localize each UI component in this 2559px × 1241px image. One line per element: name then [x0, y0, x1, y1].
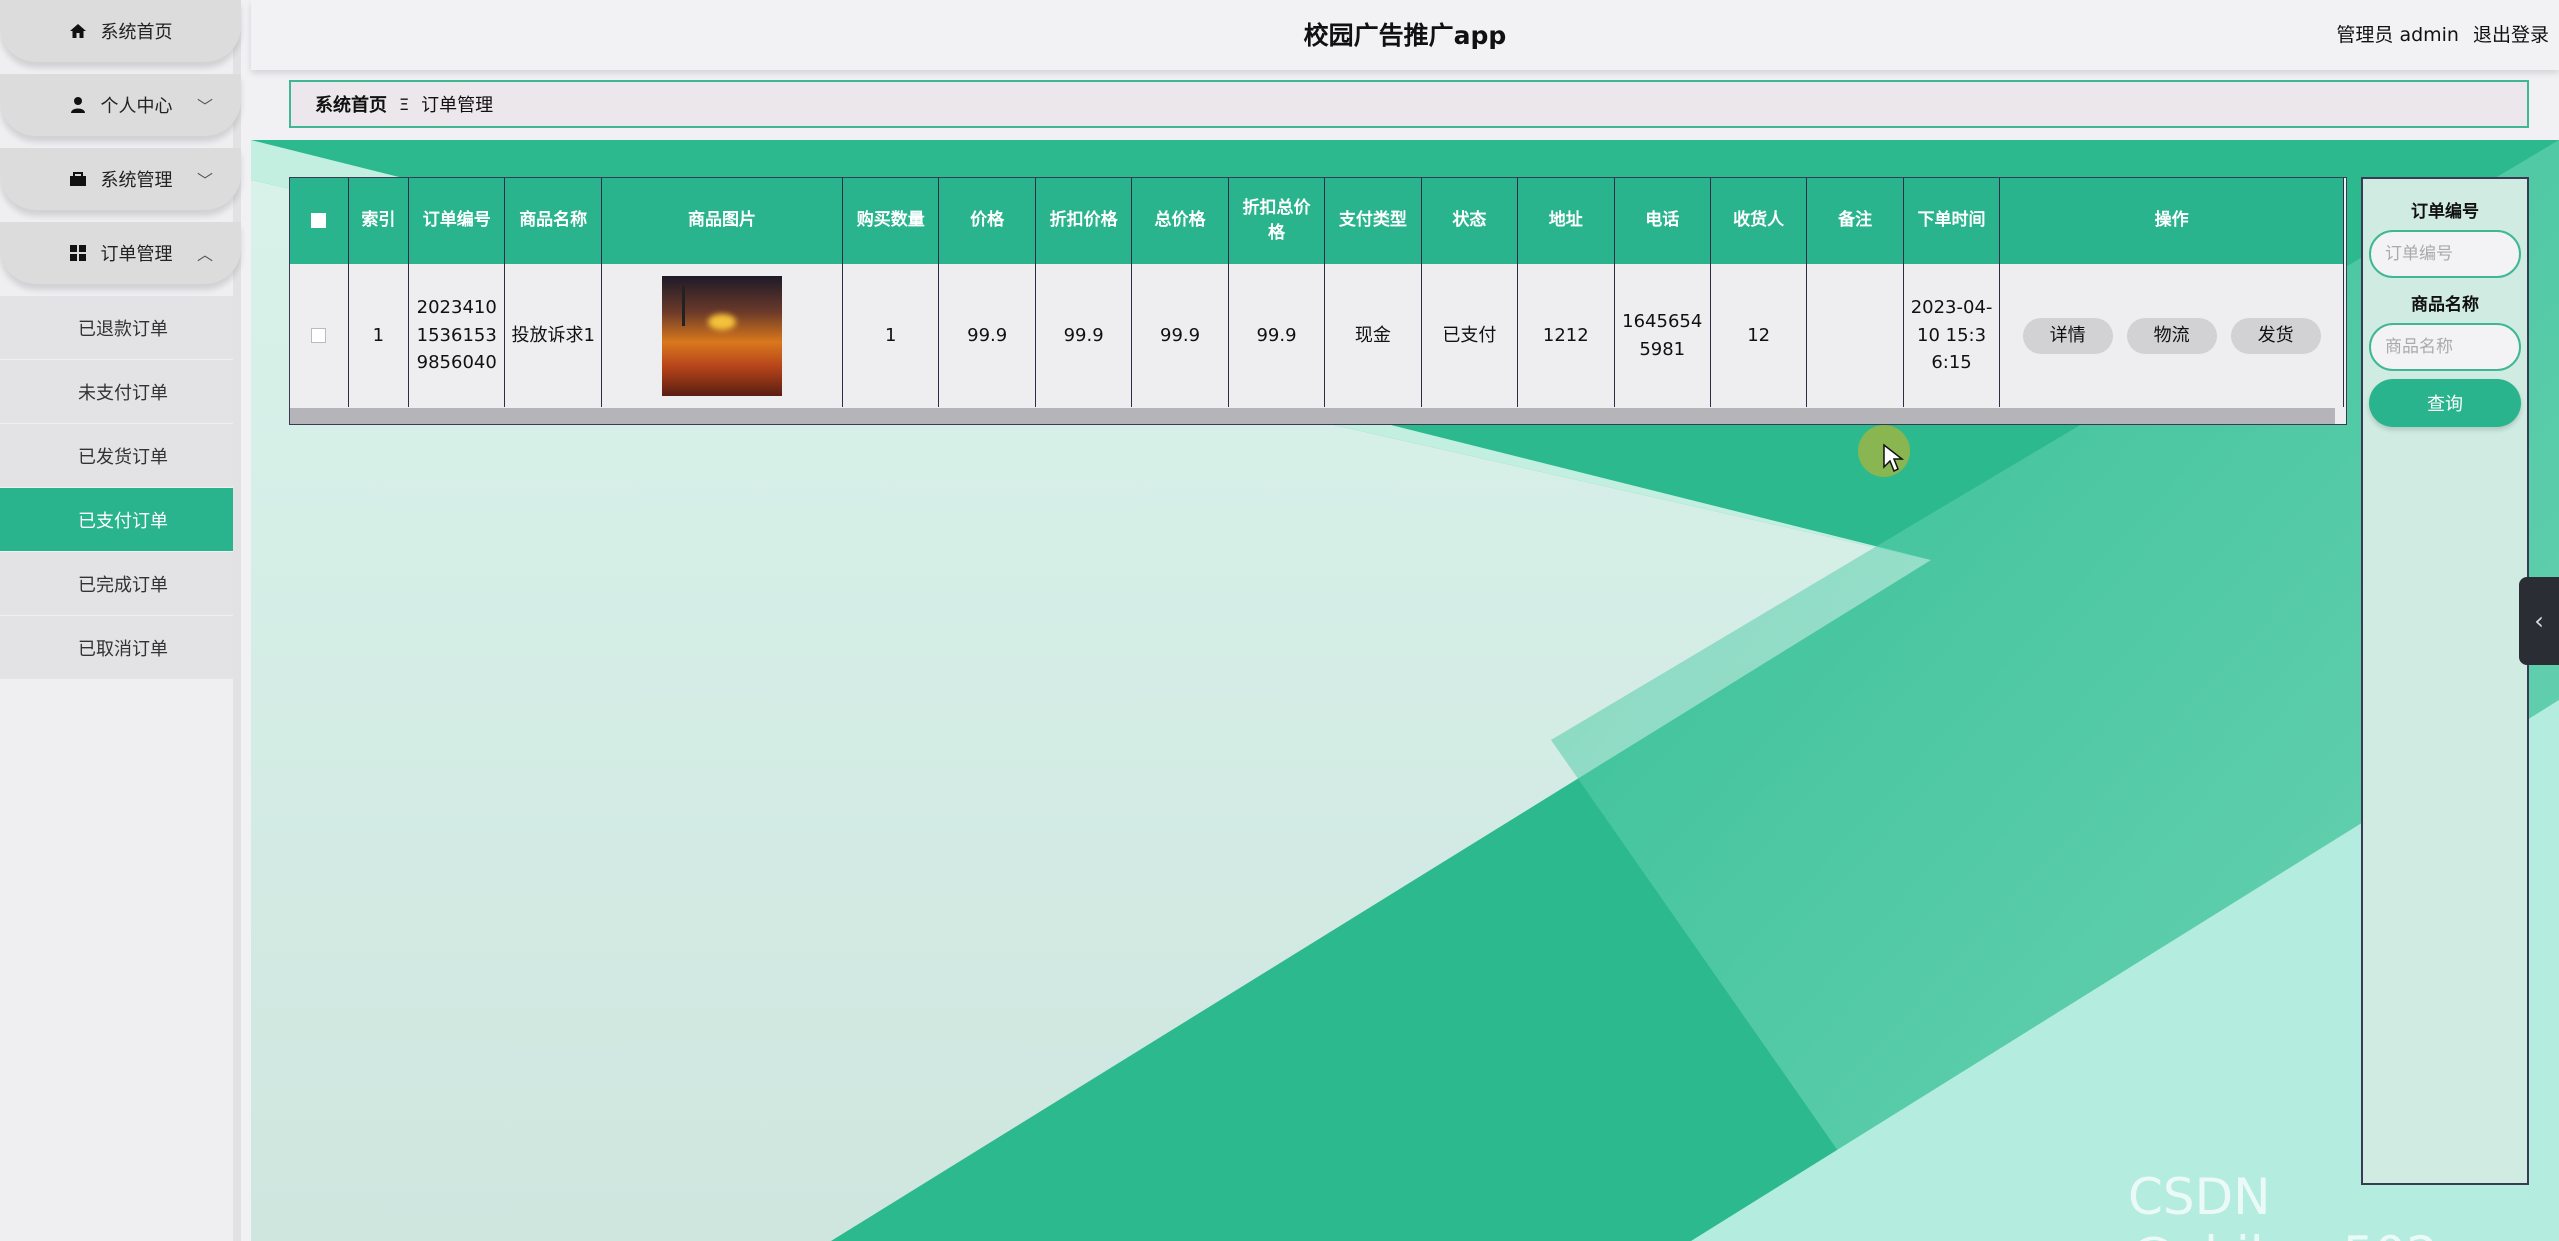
- username: admin: [2399, 24, 2459, 46]
- column-header: 支付类型: [1324, 178, 1422, 264]
- column-header: 操作: [1999, 178, 2344, 264]
- column-header: 索引: [348, 178, 410, 264]
- ship-button[interactable]: 发货: [2230, 317, 2321, 354]
- grid-icon: [69, 244, 87, 262]
- cell-total: 99.9: [1131, 264, 1229, 407]
- product-name-input[interactable]: [2369, 323, 2521, 371]
- breadcrumb: 系统首页 Ξ 订单管理: [289, 80, 2529, 128]
- user-role: 管理员: [2336, 24, 2394, 46]
- cell-product: 投放诉求1: [504, 264, 602, 407]
- sidebar-item-label: 个人中心: [100, 96, 173, 117]
- table-header-row: 索引 订单编号 商品名称 商品图片 购买数量 价格 折扣价格 总价格 折扣总价格…: [290, 178, 2344, 264]
- sidebar-item-system[interactable]: 系统管理 ﹀: [0, 148, 241, 210]
- detail-button[interactable]: 详情: [2022, 317, 2113, 354]
- cell-image: [601, 264, 844, 407]
- select-all-checkbox[interactable]: [311, 212, 327, 228]
- user-role-name: 管理员 admin: [2336, 20, 2459, 47]
- row-checkbox[interactable]: [311, 328, 327, 344]
- cell-status: 已支付: [1421, 264, 1519, 407]
- column-header: 商品图片: [601, 178, 844, 264]
- cell-pay-type: 现金: [1324, 264, 1422, 407]
- cell-receiver: 12: [1710, 264, 1808, 407]
- column-header: 折扣总价格: [1228, 178, 1326, 264]
- logistics-button[interactable]: 物流: [2126, 317, 2217, 354]
- column-header: 订单编号: [408, 178, 506, 264]
- order-no-input[interactable]: [2369, 230, 2521, 278]
- cell-order-no: 20234101536153985604​0: [408, 264, 506, 407]
- sidebar-item-label: 系统管理: [100, 170, 173, 191]
- column-header: 商品名称: [504, 178, 602, 264]
- column-header: 折扣价格: [1035, 178, 1133, 264]
- chevron-down-icon: ﹀: [196, 171, 213, 190]
- app-title: 校园广告推广app: [1303, 21, 1507, 50]
- cell-time: 2023-04-10 15:36:15: [1903, 264, 2001, 407]
- breadcrumb-home[interactable]: 系统首页: [315, 91, 387, 117]
- home-icon: [69, 22, 87, 40]
- column-header: 电话: [1614, 178, 1711, 264]
- column-header: 总价格: [1131, 178, 1229, 264]
- user-info: 管理员 admin 退出登录: [2336, 20, 2549, 47]
- breadcrumb-current: 订单管理: [421, 95, 494, 116]
- column-header: 备注: [1806, 178, 1904, 264]
- sidebar-item-label: 订单管理: [100, 244, 173, 265]
- search-button[interactable]: 查询: [2369, 379, 2521, 427]
- cell-remark: [1806, 264, 1904, 407]
- chevron-left-icon: ‹: [2534, 607, 2544, 635]
- column-header: 价格: [938, 178, 1036, 264]
- submenu-shipped-orders[interactable]: 已发货订单: [0, 424, 233, 488]
- product-name-label: 商品名称: [2411, 295, 2479, 315]
- collapse-panel-button[interactable]: ‹: [2519, 577, 2559, 665]
- action-buttons: 详情 物流 发货: [2006, 317, 2337, 354]
- row-select-cell[interactable]: [290, 264, 349, 407]
- cell-price: 99.9: [938, 264, 1036, 407]
- watermark: CSDN @zhihao502: [2128, 1168, 2438, 1241]
- sidebar-item-label: 系统首页: [100, 22, 173, 43]
- table-row: 1 20234101536153985604​0 投放诉求1 1 99.9 99…: [290, 264, 2344, 407]
- cell-discount-total: 99.9: [1228, 264, 1326, 407]
- cell-actions: 详情 物流 发货: [1999, 264, 2344, 407]
- cell-address: 1212: [1517, 264, 1615, 407]
- cell-index: 1: [348, 264, 410, 407]
- breadcrumb-separator-icon: Ξ: [399, 94, 410, 114]
- submenu-paid-orders[interactable]: 已支付订单: [0, 488, 233, 552]
- logout-button[interactable]: 退出登录: [2473, 20, 2549, 47]
- submenu-cancelled-orders[interactable]: 已取消订单: [0, 616, 233, 680]
- cell-discount-price: 99.9: [1035, 264, 1133, 407]
- select-all-header[interactable]: [290, 178, 349, 264]
- cell-phone: 16456545981: [1614, 264, 1711, 407]
- sidebar-item-home[interactable]: 系统首页: [0, 0, 241, 62]
- sidebar-item-orders[interactable]: 订单管理 ︿: [0, 222, 241, 284]
- submenu-unpaid-orders[interactable]: 未支付订单: [0, 360, 233, 424]
- top-header: 校园广告推广app 管理员 admin 退出登录: [251, 0, 2559, 70]
- chevron-down-icon: ﹀: [196, 97, 213, 116]
- column-header: 下单时间: [1903, 178, 2001, 264]
- chevron-up-icon: ︿: [196, 245, 213, 264]
- sidebar: 系统首页 个人中心 ﹀ 系统管理 ﹀ 订单管理 ︿ 已退款订单 未支付订单 已发…: [0, 0, 241, 1241]
- order-table: 索引 订单编号 商品名称 商品图片 购买数量 价格 折扣价格 总价格 折扣总价格…: [290, 178, 2344, 407]
- submenu-refunded-orders[interactable]: 已退款订单: [0, 296, 233, 360]
- column-header: 地址: [1517, 178, 1615, 264]
- user-icon: [69, 96, 87, 114]
- column-header: 购买数量: [842, 178, 940, 264]
- briefcase-icon: [69, 170, 87, 188]
- product-image[interactable]: [661, 275, 782, 396]
- sidebar-item-personal[interactable]: 个人中心 ﹀: [0, 74, 241, 136]
- order-table-container: 索引 订单编号 商品名称 商品图片 购买数量 价格 折扣价格 总价格 折扣总价格…: [289, 177, 2347, 425]
- column-header: 收货人: [1710, 178, 1808, 264]
- search-panel: 订单编号 商品名称 查询: [2361, 177, 2529, 1185]
- horizontal-scrollbar[interactable]: [290, 408, 2335, 424]
- order-no-label: 订单编号: [2411, 202, 2479, 222]
- cell-quantity: 1: [842, 264, 940, 407]
- order-submenu: 已退款订单 未支付订单 已发货订单 已支付订单 已完成订单 已取消订单: [0, 296, 233, 680]
- mouse-cursor-icon: [1883, 443, 1904, 473]
- column-header: 状态: [1421, 178, 1519, 264]
- submenu-completed-orders[interactable]: 已完成订单: [0, 552, 233, 616]
